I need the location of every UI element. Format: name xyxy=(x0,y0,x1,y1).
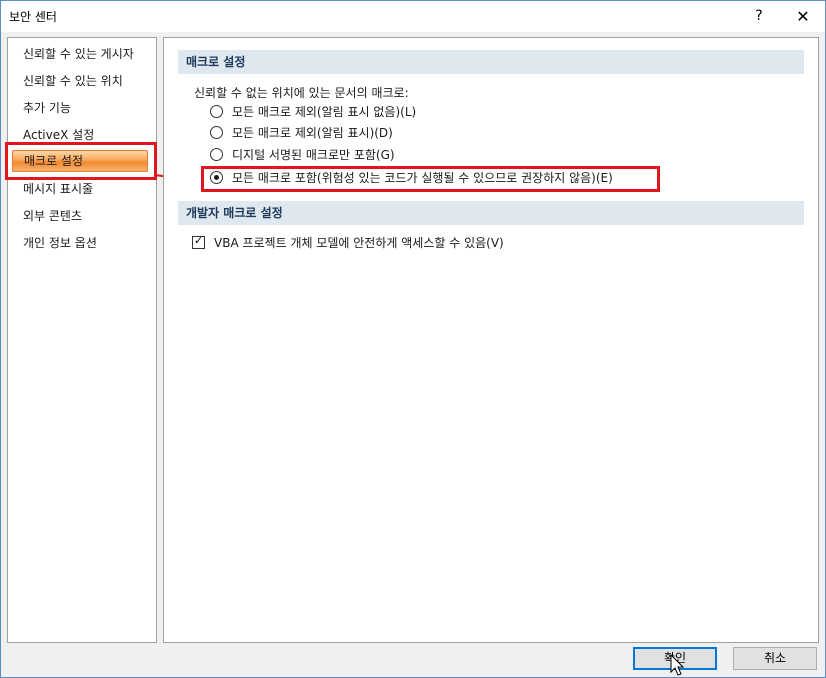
close-button[interactable]: ✕ xyxy=(781,1,825,32)
radio-label: 모든 매크로 제외(알림 표시)(D) xyxy=(232,126,393,140)
annotation-highlight-option xyxy=(201,166,660,192)
radio-button[interactable] xyxy=(210,148,223,161)
mouse-cursor-icon xyxy=(670,654,685,676)
macro-settings-description: 신뢰할 수 없는 위치에 있는 문서의 매크로: xyxy=(194,86,409,100)
radio-label: 디지털 서명된 매크로만 포함(G) xyxy=(232,148,395,162)
sidebar-item-trusted-locations[interactable]: 신뢰할 수 있는 위치 xyxy=(23,71,123,91)
developer-settings-header: 개발자 매크로 설정 xyxy=(178,201,804,225)
macro-settings-header: 매크로 설정 xyxy=(178,50,804,74)
window-title: 보안 센터 xyxy=(9,10,57,24)
sidebar: 신뢰할 수 있는 게시자 신뢰할 수 있는 위치 추가 기능 ActiveX 설… xyxy=(7,37,157,643)
radio-digitally-signed-only[interactable]: 디지털 서명된 매크로만 포함(G) xyxy=(210,146,395,164)
sidebar-item-trusted-publishers[interactable]: 신뢰할 수 있는 게시자 xyxy=(23,44,134,64)
vba-object-model-access-option[interactable]: ✓ VBA 프로젝트 개체 모델에 안전하게 액세스할 수 있음(V) xyxy=(192,234,504,252)
radio-button[interactable] xyxy=(210,126,223,139)
sidebar-item-privacy-options[interactable]: 개인 정보 옵션 xyxy=(23,233,97,253)
radio-button[interactable] xyxy=(210,105,223,118)
sidebar-item-message-bar[interactable]: 메시지 표시줄 xyxy=(23,179,93,199)
radio-label: 모든 매크로 제외(알림 표시 없음)(L) xyxy=(232,105,417,119)
sidebar-item-external-content[interactable]: 외부 콘텐츠 xyxy=(23,206,82,226)
content-panel: 매크로 설정 신뢰할 수 없는 위치에 있는 문서의 매크로: 모든 매크로 제… xyxy=(163,37,819,643)
title-bar: 보안 센터 ? ✕ xyxy=(1,1,825,32)
cancel-button[interactable]: 취소 xyxy=(733,647,817,670)
checkbox-label: VBA 프로젝트 개체 모델에 안전하게 액세스할 수 있음(V) xyxy=(214,236,504,250)
check-icon: ✓ xyxy=(194,234,204,247)
annotation-highlight-sidebar xyxy=(5,142,157,180)
checkbox[interactable]: ✓ xyxy=(192,234,205,249)
sidebar-item-add-ins[interactable]: 추가 기능 xyxy=(23,98,71,118)
help-button[interactable]: ? xyxy=(737,1,781,32)
radio-disable-without-notification[interactable]: 모든 매크로 제외(알림 표시 없음)(L) xyxy=(210,103,416,121)
radio-disable-with-notification[interactable]: 모든 매크로 제외(알림 표시)(D) xyxy=(210,124,393,142)
trust-center-window: 보안 센터 ? ✕ 신뢰할 수 있는 게시자 신뢰할 수 있는 위치 추가 기능… xyxy=(0,0,826,678)
